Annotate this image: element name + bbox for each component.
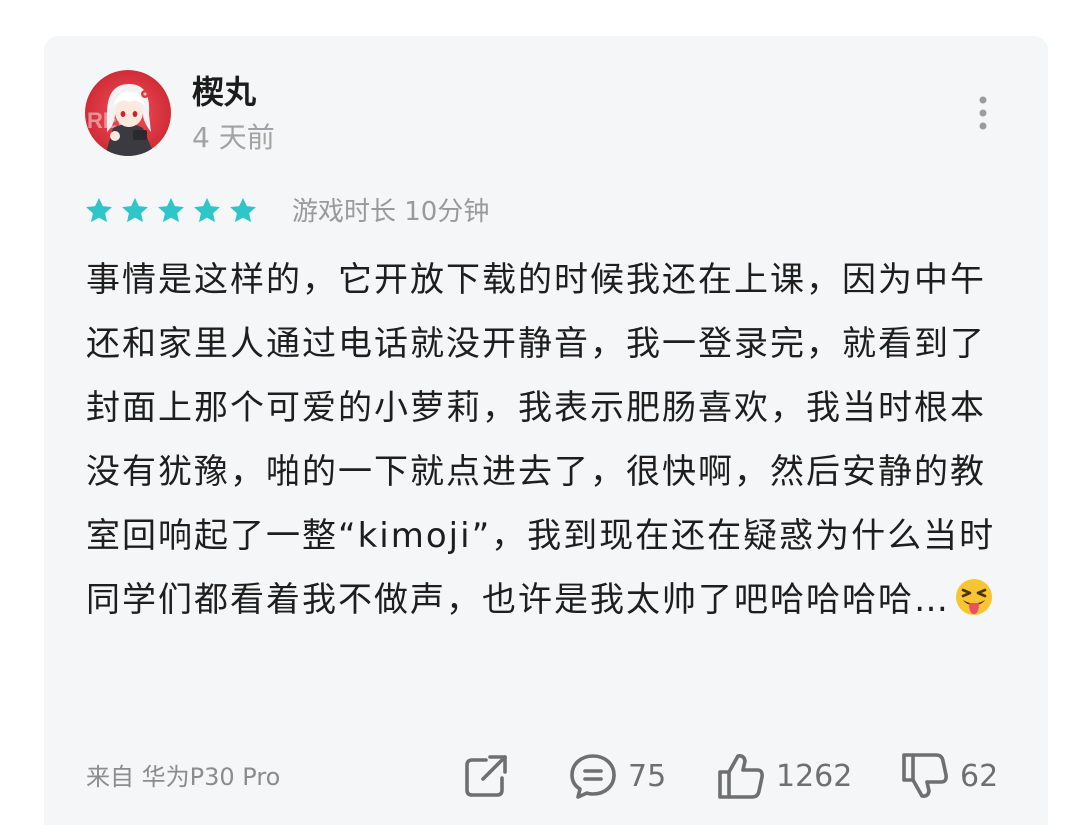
dislike-button[interactable]: 62: [900, 750, 998, 802]
dislike-count: 62: [960, 758, 999, 794]
thumbs-up-icon: [718, 754, 764, 799]
comment-icon: [570, 754, 616, 799]
comment-button[interactable]: 75: [568, 750, 666, 802]
star-icon: [158, 197, 184, 223]
post-time: 4 天前: [192, 121, 275, 154]
review-body: 事情是这样的，它开放下载的时候我还在上课，因为中午还和家里人通过电话就没开静音，…: [86, 248, 1002, 638]
avatar[interactable]: REI: [85, 70, 171, 156]
share-icon: [465, 755, 507, 797]
device-source: 来自 华为P30 Pro: [86, 763, 281, 791]
star-icon: [122, 197, 148, 223]
like-button[interactable]: 1262: [716, 750, 852, 802]
comment-count: 75: [628, 758, 667, 794]
star-icon: [194, 197, 220, 223]
squinting-tongue-emoji-icon: [954, 574, 994, 638]
star-icon: [230, 197, 256, 223]
more-vertical-icon[interactable]: [968, 94, 998, 134]
star-rating: [84, 196, 258, 228]
username[interactable]: 楔丸: [192, 72, 256, 112]
thumbs-down-icon: [902, 753, 948, 798]
like-count: 1262: [776, 758, 853, 794]
playtime-label: 游戏时长 10分钟: [292, 197, 490, 227]
share-button[interactable]: [462, 750, 510, 802]
star-icon: [86, 197, 112, 223]
review-text: 事情是这样的，它开放下载的时候我还在上课，因为中午还和家里人通过电话就没开静音，…: [86, 260, 996, 620]
